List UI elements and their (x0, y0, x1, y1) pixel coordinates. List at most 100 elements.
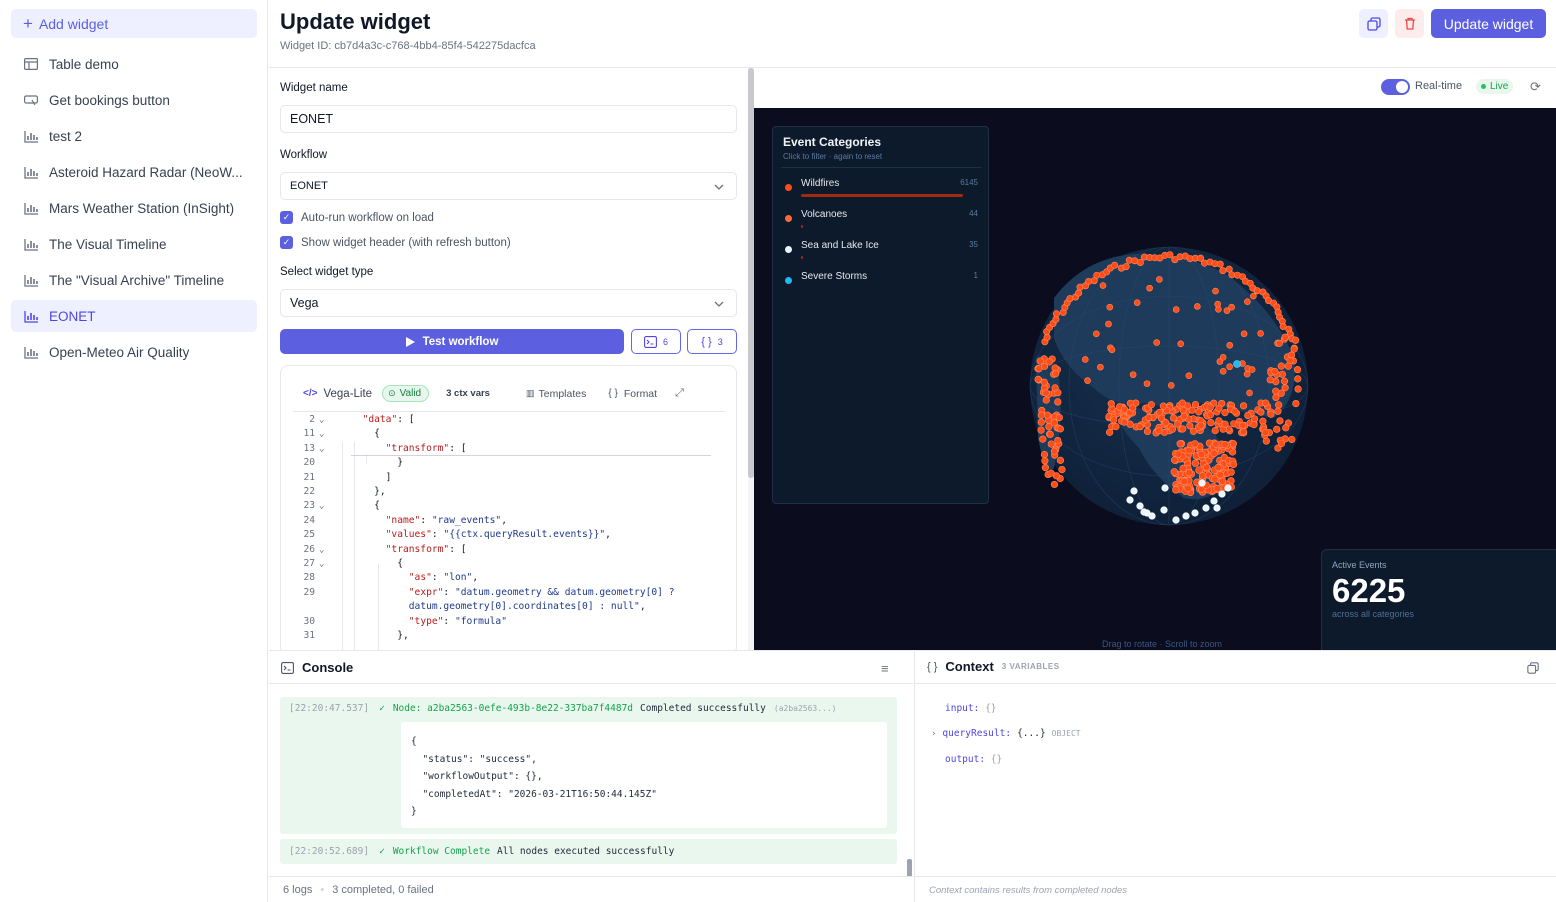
chart-icon (23, 309, 39, 323)
format-label: Format (623, 387, 658, 400)
update-widget-button[interactable]: Update widget (1431, 9, 1546, 38)
drag-hint: Drag to rotate · Scroll to zoom (1102, 639, 1223, 649)
braces-icon: { } (927, 660, 938, 673)
event-point (1273, 425, 1281, 433)
sidebar-item[interactable]: Asteroid Hazard Radar (NeoW... (11, 156, 257, 188)
widget-type-select[interactable]: Vega (280, 289, 737, 317)
ctx-vars-label: 3 ctx vars (446, 388, 490, 399)
realtime-label: Real-time (1415, 80, 1463, 92)
sidebar-item[interactable]: Mars Weather Station (InSight) (11, 192, 257, 224)
autorun-label: Auto-run workflow on load (301, 211, 434, 224)
sidebar-item[interactable]: EONET (11, 300, 257, 332)
chart-icon: ▥ (525, 388, 535, 398)
chart-icon (23, 129, 39, 143)
workflow-select[interactable]: EONET (280, 172, 737, 200)
autorun-checkbox[interactable]: ✓ Auto-run workflow on load (280, 211, 434, 224)
add-widget-button[interactable]: + Add widget (11, 9, 257, 38)
event-point (1206, 403, 1214, 411)
event-point (1197, 421, 1205, 430)
check-icon: ✓ (379, 846, 385, 857)
event-point (1226, 363, 1233, 371)
legend-name: Sea and Lake Ice (801, 240, 879, 251)
fold-chevron-icon[interactable]: ⌄ (319, 557, 324, 571)
event-point (1174, 420, 1182, 428)
sidebar-item[interactable]: test 2 (11, 120, 257, 152)
context-output-key: output: (945, 754, 986, 765)
copy-context-button[interactable] (1527, 661, 1539, 679)
templates-button[interactable]: ▥ Templates (526, 388, 586, 400)
fold-chevron-icon[interactable]: ⌄ (319, 543, 324, 557)
sidebar-item[interactable]: The Visual Timeline (11, 228, 257, 260)
event-point (1047, 440, 1055, 448)
fold-chevron-icon[interactable]: ⌄ (319, 427, 324, 441)
widget-name-label: Widget name (280, 82, 348, 94)
code-text: "data": [ (362, 414, 415, 425)
event-point (1239, 428, 1248, 436)
event-point (1231, 407, 1239, 415)
context-toggle-button[interactable]: { } 3 (687, 329, 737, 354)
legend-item[interactable]: Wildfires 6145 (783, 176, 978, 204)
event-point (1111, 261, 1119, 269)
code-line: 30 "type": "formula" (293, 615, 725, 629)
globe-visualization[interactable]: Event Categories Click to filter · again… (754, 108, 1556, 650)
event-point (1179, 464, 1187, 473)
indent-guide (378, 564, 379, 654)
sidebar-item[interactable]: Table demo (11, 48, 257, 80)
live-badge: Live (1476, 79, 1514, 94)
refresh-icon[interactable]: ⟳ (1530, 79, 1541, 95)
context-query-row[interactable]: › queryResult: {...} OBJECT (931, 728, 1081, 739)
context-query-type: OBJECT (1051, 729, 1081, 738)
context-input-value: {} (985, 703, 997, 714)
expand-icon[interactable]: ⤢ (675, 387, 684, 400)
delete-button[interactable] (1395, 9, 1424, 38)
event-point (1145, 413, 1153, 422)
widget-name-input[interactable]: EONET (280, 105, 737, 133)
event-point (1041, 457, 1049, 465)
console-toggle-button[interactable]: 6 (631, 329, 681, 354)
active-events-value: 6225 (1332, 572, 1406, 609)
duplicate-button[interactable] (1359, 9, 1388, 38)
event-point (1108, 346, 1116, 354)
sidebar-item-label: Table demo (49, 56, 119, 72)
log-entry-workflow: [22:20:52.689] ✓ Workflow Complete All n… (280, 839, 897, 864)
show-header-checkbox[interactable]: ✓ Show widget header (with refresh butto… (280, 236, 511, 249)
event-point (1293, 366, 1302, 374)
log-status: 3 completed, 0 failed (332, 884, 434, 896)
legend-item[interactable]: Volcanoes 44 (783, 207, 978, 235)
event-point (1185, 446, 1193, 455)
event-point (1191, 509, 1199, 517)
event-point (1034, 375, 1042, 383)
fold-chevron-icon[interactable]: ⌄ (319, 442, 324, 456)
sidebar-item[interactable]: Get bookings button (11, 84, 257, 116)
sidebar-item[interactable]: The "Visual Archive" Timeline (11, 264, 257, 296)
table-icon (23, 57, 39, 71)
legend-dot (785, 246, 792, 253)
context-title: Context (945, 659, 994, 674)
legend-item[interactable]: Sea and Lake Ice 35 (783, 238, 978, 266)
sidebar-item-label: test 2 (49, 128, 83, 144)
code-line: 29 "expr": "datum.geometry && datum.geom… (293, 586, 725, 600)
widget-name-value: EONET (290, 112, 334, 126)
fold-chevron-icon[interactable]: ⌄ (319, 499, 324, 513)
event-point (1276, 417, 1284, 425)
event-point (1277, 439, 1286, 448)
event-point (1223, 307, 1231, 314)
chevron-down-icon (714, 301, 724, 307)
event-point (1294, 385, 1302, 393)
sidebar-item[interactable]: Open-Meteo Air Quality (11, 336, 257, 368)
json-line: "workflowOutput": {}, (411, 771, 543, 782)
clear-console-icon[interactable]: ≡ (881, 661, 889, 676)
event-point (1042, 389, 1050, 397)
code-text: { (351, 428, 380, 440)
event-point (1248, 366, 1256, 373)
fold-chevron-icon[interactable]: ⌄ (319, 414, 324, 427)
code-area[interactable]: 2 ⌄ "data": [11 ⌄ {13 ⌄ "transform": [20 } 2… (293, 414, 725, 654)
console-scrollbar[interactable] (907, 859, 912, 877)
test-workflow-button[interactable]: Test workflow (280, 329, 624, 354)
realtime-toggle[interactable] (1381, 79, 1410, 95)
code-line: datum.geometry[0].coordinates[0] : null"… (293, 600, 725, 614)
event-point (1056, 456, 1065, 464)
log-node-id: Node: a2ba2563-0efe-493b-8e22-337ba7f448… (392, 703, 634, 714)
format-button[interactable]: { } Format (608, 388, 657, 400)
legend-item[interactable]: Severe Storms 1 (783, 269, 978, 297)
